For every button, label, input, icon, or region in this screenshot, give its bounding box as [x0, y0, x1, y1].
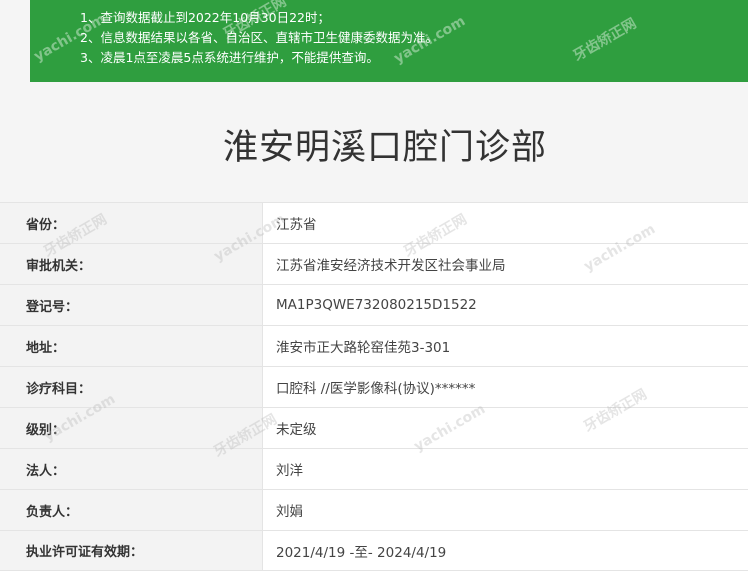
title-area: 淮安明溪口腔门诊部	[0, 82, 748, 202]
info-row-registration-number: 登记号： MA1P3QWE732080215D1522	[0, 284, 748, 325]
row-label: 执业许可证有效期：	[0, 531, 262, 570]
info-row-address: 地址： 淮安市正大路轮窑佳苑3-301	[0, 325, 748, 366]
info-row-legal-person: 法人： 刘洋	[0, 448, 748, 489]
row-label: 负责人：	[0, 490, 262, 530]
info-row-level: 级别： 未定级	[0, 407, 748, 448]
row-label: 诊疗科目：	[0, 367, 262, 407]
notice-line-3: 3、凌晨1点至凌晨5点系统进行维护，不能提供查询。	[80, 50, 379, 65]
row-value: 2021/4/19 -至- 2024/4/19	[262, 531, 748, 570]
row-label: 登记号：	[0, 285, 262, 325]
info-row-approval-authority: 审批机关： 江苏省淮安经济技术开发区社会事业局	[0, 243, 748, 284]
notice-line-1: 1、查询数据截止到2022年10月30日22时；	[80, 10, 330, 25]
row-value: 江苏省淮安经济技术开发区社会事业局	[262, 244, 748, 284]
row-label: 级别：	[0, 408, 262, 448]
info-row-license-validity: 执业许可证有效期： 2021/4/19 -至- 2024/4/19	[0, 530, 748, 571]
notice-banner: 1、查询数据截止到2022年10月30日22时； 2、信息数据结果以各省、自治区…	[30, 0, 748, 82]
row-label: 地址：	[0, 326, 262, 366]
notice-line-2: 2、信息数据结果以各省、自治区、直辖市卫生健康委数据为准。	[80, 30, 438, 45]
row-label: 审批机关：	[0, 244, 262, 284]
row-value: 淮安市正大路轮窑佳苑3-301	[262, 326, 748, 366]
row-label: 法人：	[0, 449, 262, 489]
info-row-province: 省份： 江苏省	[0, 202, 748, 243]
row-value: 未定级	[262, 408, 748, 448]
info-row-person-in-charge: 负责人： 刘娟	[0, 489, 748, 530]
row-value: 江苏省	[262, 203, 748, 243]
info-table: 省份： 江苏省 审批机关： 江苏省淮安经济技术开发区社会事业局 登记号： MA1…	[0, 202, 748, 571]
row-label: 省份：	[0, 203, 262, 243]
row-value: 刘娟	[262, 490, 748, 530]
info-row-departments: 诊疗科目： 口腔科 //医学影像科(协议)******	[0, 366, 748, 407]
page-title: 淮安明溪口腔门诊部	[222, 128, 547, 168]
row-value: 刘洋	[262, 449, 748, 489]
row-value: 口腔科 //医学影像科(协议)******	[262, 367, 748, 407]
row-value: MA1P3QWE732080215D1522	[262, 285, 748, 325]
